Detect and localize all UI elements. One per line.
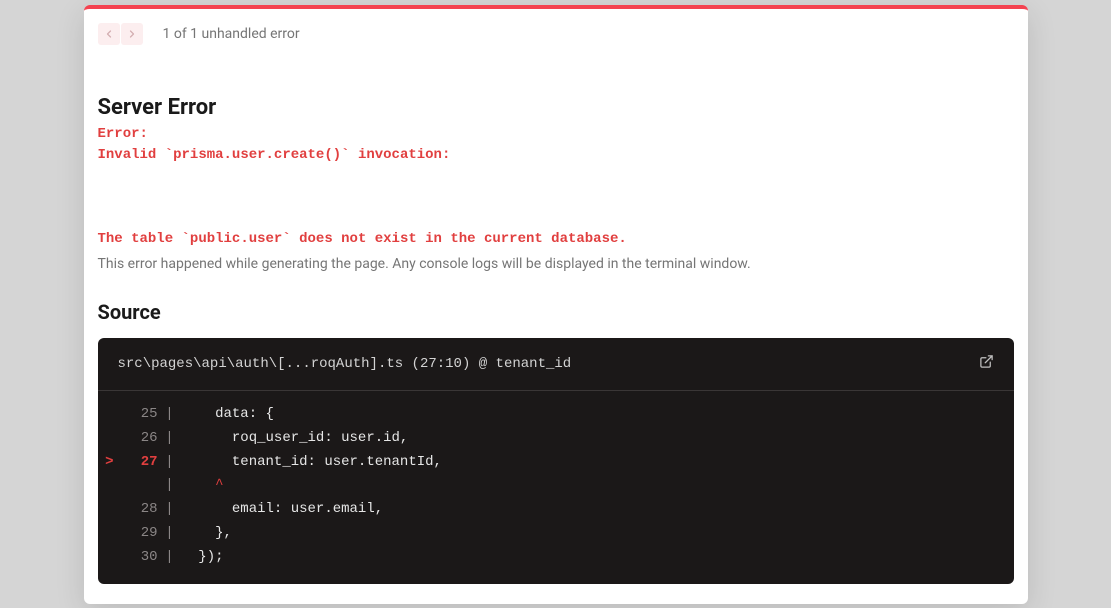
gutter-pipe: |	[158, 498, 182, 522]
line-number: 28	[114, 498, 158, 522]
overlay-content: Server Error Error: Invalid `prisma.user…	[84, 95, 1028, 604]
gutter-pipe: |	[158, 451, 182, 475]
nav-buttons	[98, 23, 143, 45]
line-number: 25	[114, 403, 158, 427]
code-line: 26| roq_user_id: user.id,	[98, 427, 1014, 451]
code-line: | ^	[98, 474, 1014, 498]
gutter-pipe: |	[158, 427, 182, 451]
line-number: 26	[114, 427, 158, 451]
line-prefix	[98, 498, 114, 522]
code-line: 30| });	[98, 546, 1014, 570]
code-line: 25| data: {	[98, 403, 1014, 427]
line-prefix	[98, 474, 114, 498]
error-description: This error happened while generating the…	[98, 256, 1014, 272]
source-code-body: 25| data: {26| roq_user_id: user.id,>27|…	[98, 391, 1014, 584]
error-count: 1 of 1 unhandled error	[163, 26, 300, 42]
line-prefix: >	[98, 451, 114, 475]
code-line: 29| },	[98, 522, 1014, 546]
error-overlay: 1 of 1 unhandled error Server Error Erro…	[84, 5, 1028, 604]
line-number	[114, 474, 158, 498]
open-in-editor-button[interactable]	[979, 354, 994, 374]
overlay-header: 1 of 1 unhandled error	[84, 9, 1028, 59]
code-text: },	[182, 522, 232, 546]
code-text: email: user.email,	[182, 498, 384, 522]
line-number: 27	[114, 451, 158, 475]
gutter-pipe: |	[158, 546, 182, 570]
code-text: data: {	[182, 403, 274, 427]
arrow-left-icon	[103, 28, 115, 40]
line-prefix	[98, 522, 114, 546]
external-link-icon	[979, 354, 994, 369]
source-heading: Source	[98, 300, 1014, 324]
line-prefix	[98, 546, 114, 570]
line-prefix	[98, 427, 114, 451]
line-number: 30	[114, 546, 158, 570]
arrow-right-icon	[126, 28, 138, 40]
code-text: ^	[182, 474, 224, 498]
line-prefix	[98, 403, 114, 427]
gutter-pipe: |	[158, 403, 182, 427]
prev-error-button[interactable]	[98, 23, 120, 45]
gutter-pipe: |	[158, 522, 182, 546]
source-code-header: src\pages\api\auth\[...roqAuth].ts (27:1…	[98, 338, 1014, 391]
code-text: roq_user_id: user.id,	[182, 427, 409, 451]
code-text: });	[182, 546, 224, 570]
code-line: 28| email: user.email,	[98, 498, 1014, 522]
error-title: Server Error	[98, 95, 1014, 120]
error-message: Error: Invalid `prisma.user.create()` in…	[98, 124, 1014, 250]
gutter-pipe: |	[158, 474, 182, 498]
source-code-card: src\pages\api\auth\[...roqAuth].ts (27:1…	[98, 338, 1014, 584]
code-text: tenant_id: user.tenantId,	[182, 451, 442, 475]
code-line: >27| tenant_id: user.tenantId,	[98, 451, 1014, 475]
next-error-button[interactable]	[121, 23, 143, 45]
line-number: 29	[114, 522, 158, 546]
source-location: src\pages\api\auth\[...roqAuth].ts (27:1…	[118, 356, 572, 372]
